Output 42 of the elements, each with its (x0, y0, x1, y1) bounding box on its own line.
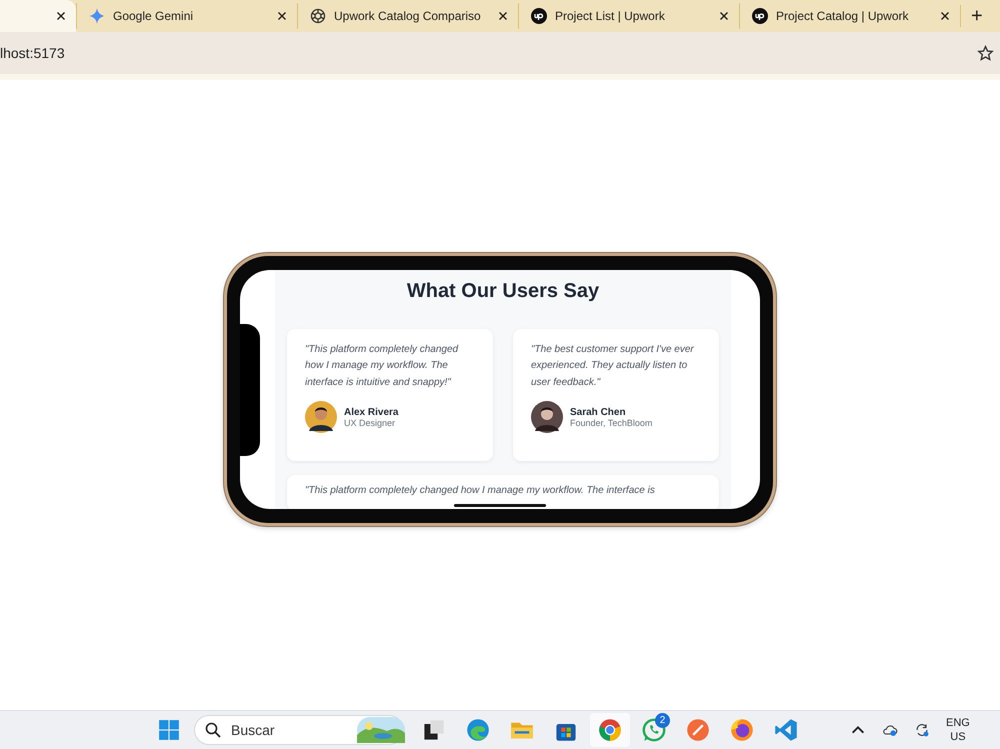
testimonial-quote: "The best customer support I've ever experienced. They actually listen to user feedback." (531, 342, 695, 390)
tab-title: Project Catalog | Upwork (776, 9, 910, 23)
author-name: Alex Rivera (344, 406, 398, 418)
testimonial-quote: "This platform completely changed how I manage my workflow. The interface is (305, 484, 656, 498)
notification-badge: 2 (655, 713, 670, 728)
browser-tab[interactable]: Google Gemini (76, 3, 297, 29)
color-wheel-icon (598, 718, 622, 742)
ribbon-icon (774, 718, 798, 742)
language-indicator[interactable]: US (950, 730, 966, 744)
browser-tab[interactable]: Upwork Catalog Compariso (297, 3, 518, 29)
windows-icon[interactable] (158, 719, 180, 741)
star-icon[interactable] (977, 44, 994, 62)
language-indicator[interactable]: ENG (946, 716, 970, 730)
close-icon[interactable] (56, 11, 66, 21)
author-role: Founder, TechBloom (570, 418, 652, 428)
close-icon[interactable] (940, 11, 950, 21)
new-tab-button[interactable]: + (960, 5, 993, 27)
close-icon[interactable] (277, 11, 287, 21)
phone-bubble-icon (642, 718, 666, 742)
orb-icon (730, 718, 754, 742)
tab-title: Project List | Upwork (555, 9, 666, 23)
taskbar-app[interactable]: 2 (634, 713, 674, 747)
search-icon (205, 722, 221, 738)
tab-title: Google Gemini (113, 9, 194, 23)
tab-title: Upwork Catalog Compariso (334, 9, 482, 23)
close-icon[interactable] (719, 11, 729, 21)
sparkle-icon (89, 8, 105, 24)
knot-icon (310, 8, 326, 24)
browser-tab[interactable]: Project List | Upwork (518, 3, 739, 29)
browser-tab[interactable]: Project Catalog | Upwork (739, 3, 960, 29)
section-title: What Our Users Say (406, 280, 600, 302)
sync-icon[interactable] (914, 722, 930, 738)
author-name: Sarah Chen (570, 406, 627, 418)
author-role: UX Designer (344, 418, 396, 428)
close-icon[interactable] (498, 11, 508, 21)
upwork-icon (752, 8, 768, 24)
address-field[interactable]: lhost:5173 (0, 45, 65, 61)
testimonial-quote: "This platform completely changed how I manage my workflow. The interface is intuitive and snappy!" (305, 342, 460, 390)
stacked-squares-icon (422, 718, 446, 742)
upwork-icon (531, 8, 547, 24)
pen-icon (686, 718, 710, 742)
swirl-icon (466, 718, 490, 742)
